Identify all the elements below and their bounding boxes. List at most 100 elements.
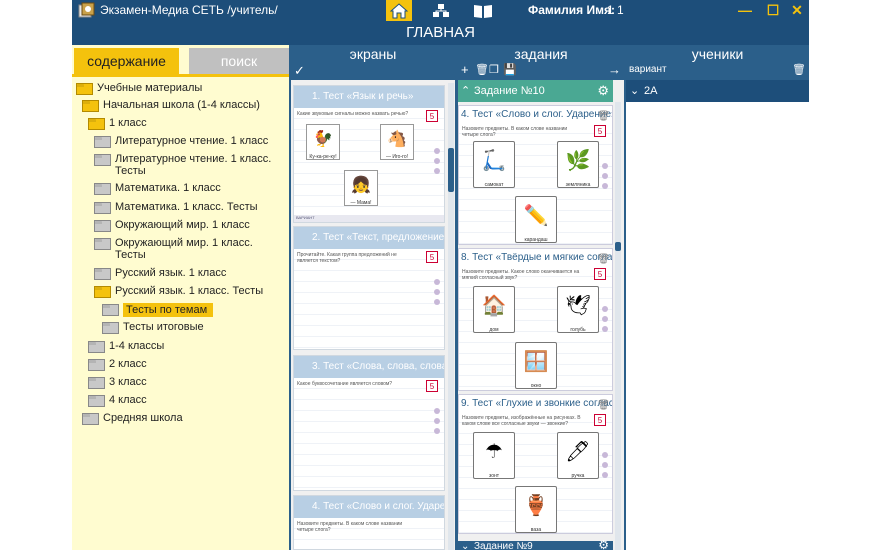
tab-search[interactable]: поиск [189,48,289,74]
user-name-label: Фамилия Имя: [528,3,616,17]
tree-item[interactable]: Литературное чтение. 1 класс [94,135,279,148]
tree-item[interactable]: Математика. 1 класс [94,182,279,195]
scroll-thumb[interactable] [615,242,621,251]
tree-item[interactable]: 1 класс [88,117,286,130]
variant-label: вариант [629,64,667,75]
tree-item[interactable]: Средняя школа [82,412,286,425]
picture-caption: карандаш [524,237,548,243]
check-icon[interactable]: ✓ [294,63,305,79]
tasks-scrollbar[interactable] [615,102,621,550]
question-text: Прочитайте. Какая группа предложений не … [297,252,397,264]
scroll-thumb[interactable] [448,148,454,192]
tree-item[interactable]: Учебные материалы [76,82,286,95]
arrow-right-icon[interactable]: → [608,62,621,77]
tasks-header: задания + 🗑 ❐ 💾 → [458,45,624,80]
tree-item[interactable]: Русский язык. 1 класс [94,267,279,280]
maximize-icon[interactable]: ☐ [764,2,782,19]
strawberry-picture: 🌿 земляника [557,141,599,188]
tree-item-label: Тесты итоговые [123,321,204,333]
tree-item[interactable]: Литературное чтение. 1 класс. Тесты [94,153,279,177]
screen-card-preview: Назовите предметы. В каком слове названи… [294,518,444,549]
task-card[interactable]: 8. Тест «Твёрдые и мягкие согласные» 🗑 Н… [458,248,613,391]
nav-structure-button[interactable] [428,0,454,21]
house-picture: 🏠 дом [473,286,515,333]
tree-item[interactable]: 1-4 классы [88,340,286,353]
tree-item-label: Литературное чтение. 1 класс. Тесты [115,153,272,177]
trash-icon[interactable]: 🗑 [597,251,610,266]
task-group-header[interactable]: ⌄ Задание №9 ⚙ [458,539,613,550]
tree-item-label: Литературное чтение. 1 класс [115,135,269,147]
nav-library-button[interactable] [470,0,496,21]
trash-icon[interactable]: 🗑 [597,108,610,123]
tree-item-label: Русский язык. 1 класс. Тесты [115,285,264,297]
tree-item[interactable]: Тесты итоговые [102,321,287,334]
app-logo-icon [78,2,95,18]
task-card-title: 9. Тест «Глухие и звонкие согласные» 🗑 [459,395,612,412]
folder-icon [88,341,105,353]
tab-content[interactable]: содержание [74,48,179,74]
gear-icon[interactable]: ⚙ [598,539,609,550]
screens-scrollbar[interactable] [448,83,454,550]
folder-icon [94,202,111,214]
tree-item[interactable]: 2 класс [88,358,286,371]
trash-icon[interactable]: 🗑 [792,63,806,76]
gear-icon[interactable]: ⚙ [597,80,609,102]
trash-icon[interactable]: 🗑 [475,63,489,76]
picture-caption: самокат [484,182,504,188]
tab-underline [72,74,289,77]
content-panel: содержание поиск Учебные материалы Начал… [72,45,289,550]
minimize-icon[interactable]: — [736,2,754,19]
trash-icon[interactable]: 🗑 [597,397,610,412]
folder-icon [94,268,111,280]
tree-item-label: Русский язык. 1 класс [115,267,227,279]
picture-caption: — Иго-го! [385,154,409,160]
tree-item-label: Учебные материалы [97,82,203,94]
answer-markers [602,163,608,193]
save-icon[interactable]: 💾 [503,63,517,76]
task-card-preview: Назовите предметы, изображённые на рисун… [459,412,612,533]
class-label: 2А [644,85,658,97]
add-icon[interactable]: + [461,62,469,77]
chevron-up-icon: ⌃ [461,85,471,97]
screen-card[interactable]: 4. Тест «Слово и слог. Ударение» Назовит… [293,495,445,550]
screen-card[interactable]: 3. Тест «Слова, слова, слова» Какое букв… [293,355,445,491]
task-card[interactable]: 4. Тест «Слово и слог. Ударение» 🗑 Назов… [458,105,613,245]
tree-item[interactable]: Окружающий мир. 1 класс [94,219,279,232]
task-card-title: 4. Тест «Слово и слог. Ударение» 🗑 [459,106,612,123]
screen-card[interactable]: 2. Тест «Текст, предложение, диалог» Про… [293,226,445,350]
tree-item[interactable]: Математика. 1 класс. Тесты [94,201,279,214]
question-text: Назовите предметы. В каком слове названи… [297,521,403,533]
copy-icon[interactable]: ❐ [489,63,499,76]
folder-icon [88,359,105,371]
close-icon[interactable]: ✕ [788,2,806,19]
folder-icon [94,136,111,148]
window-picture: 🪟 окно [515,342,557,389]
folder-icon [94,286,111,298]
tree-item[interactable]: Окружающий мир. 1 класс. Тесты [94,237,279,261]
screen-card[interactable]: 1. Тест «Язык и речь» Какие звуковые сиг… [293,85,445,223]
question-text: Какие звуковые сигналы можно назвать реч… [297,111,409,117]
picture-caption: ручка [571,473,585,479]
tasks-column: задания + 🗑 ❐ 💾 → ⌃ Задание №10 ⚙ 4. Тес… [458,45,624,550]
students-header: ученики вариант 🗑 [626,45,809,80]
task-group-header[interactable]: ⌃ Задание №10 ⚙ [458,80,613,102]
variant-footer: ВАРИАНТ [294,215,444,222]
tree-item-label: Математика. 1 класс [115,182,221,194]
answer-markers [434,408,440,438]
screen-card-title: 4. Тест «Слово и слог. Ударение» [294,496,444,518]
class-row[interactable]: ⌄ 2А [626,80,809,102]
tree-item[interactable]: Русский язык. 1 класс. Тесты [94,285,279,298]
chevron-down-icon: ⌄ [461,541,470,550]
folder-icon [88,118,105,130]
tree-item[interactable]: Начальная школа (1-4 классы) [82,99,286,112]
screen-card-title: 1. Тест «Язык и речь» [294,86,444,108]
screens-header: экраны ✓ [291,45,455,80]
tree-item[interactable]: 3 класс [88,376,286,389]
nav-home-button[interactable] [386,0,412,21]
tree-item-selected[interactable]: Тесты по темам [102,303,287,317]
logo-badge-icon: 5 [426,251,438,263]
screen-card-title: 3. Тест «Слова, слова, слова» [294,356,444,378]
tree-item-label: 4 класс [109,394,147,406]
task-card[interactable]: 9. Тест «Глухие и звонкие согласные» 🗑 Н… [458,394,613,534]
tree-item[interactable]: 4 класс [88,394,286,407]
